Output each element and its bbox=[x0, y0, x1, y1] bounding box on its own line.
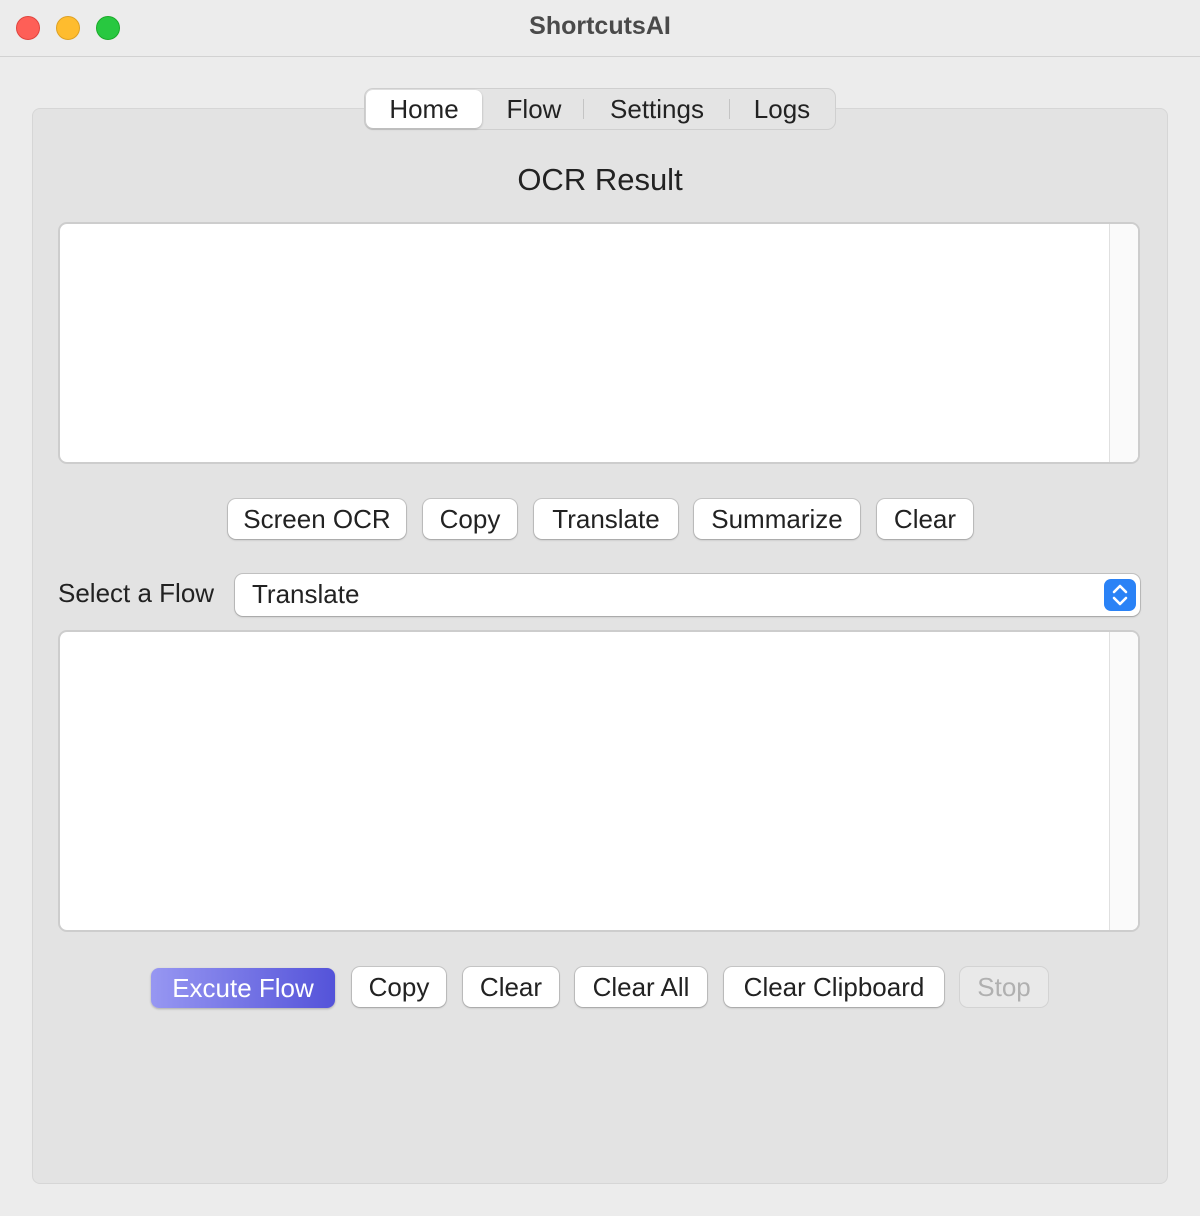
ocr-result-scrollbar[interactable] bbox=[1109, 224, 1138, 462]
stop-button[interactable]: Stop bbox=[960, 967, 1048, 1007]
ocr-copy-button[interactable]: Copy bbox=[423, 499, 517, 539]
chevron-up-down-icon bbox=[1104, 579, 1136, 611]
ocr-result-heading: OCR Result bbox=[517, 162, 683, 197]
tab-separator bbox=[583, 99, 584, 119]
tab-bar: Home Flow Settings Logs bbox=[364, 88, 836, 130]
flow-clear-button[interactable]: Clear bbox=[463, 967, 559, 1007]
tab-settings[interactable]: Settings bbox=[587, 90, 727, 128]
app-window: ShortcutsAI Home Flow Settings Logs OCR … bbox=[0, 0, 1200, 1216]
title-bar: ShortcutsAI bbox=[0, 0, 1200, 57]
translate-button[interactable]: Translate bbox=[534, 499, 678, 539]
screen-ocr-button[interactable]: Screen OCR bbox=[228, 499, 406, 539]
clear-all-button[interactable]: Clear All bbox=[575, 967, 707, 1007]
window-title: ShortcutsAI bbox=[529, 12, 671, 40]
flow-select-value: Translate bbox=[252, 579, 360, 609]
tab-logs[interactable]: Logs bbox=[733, 90, 831, 128]
clear-clipboard-button[interactable]: Clear Clipboard bbox=[724, 967, 944, 1007]
tab-home[interactable]: Home bbox=[366, 90, 482, 128]
tab-flow[interactable]: Flow bbox=[487, 90, 581, 128]
execute-flow-button[interactable]: Excute Flow bbox=[151, 968, 335, 1008]
flow-output-textarea[interactable] bbox=[58, 630, 1140, 932]
summarize-button[interactable]: Summarize bbox=[694, 499, 860, 539]
flow-copy-button[interactable]: Copy bbox=[352, 967, 446, 1007]
ocr-clear-button[interactable]: Clear bbox=[877, 499, 973, 539]
tab-separator bbox=[729, 99, 730, 119]
flow-output-scrollbar[interactable] bbox=[1109, 632, 1138, 930]
select-flow-label: Select a Flow bbox=[58, 578, 215, 608]
ocr-result-textarea[interactable] bbox=[58, 222, 1140, 464]
flow-select[interactable]: Translate bbox=[235, 574, 1140, 616]
